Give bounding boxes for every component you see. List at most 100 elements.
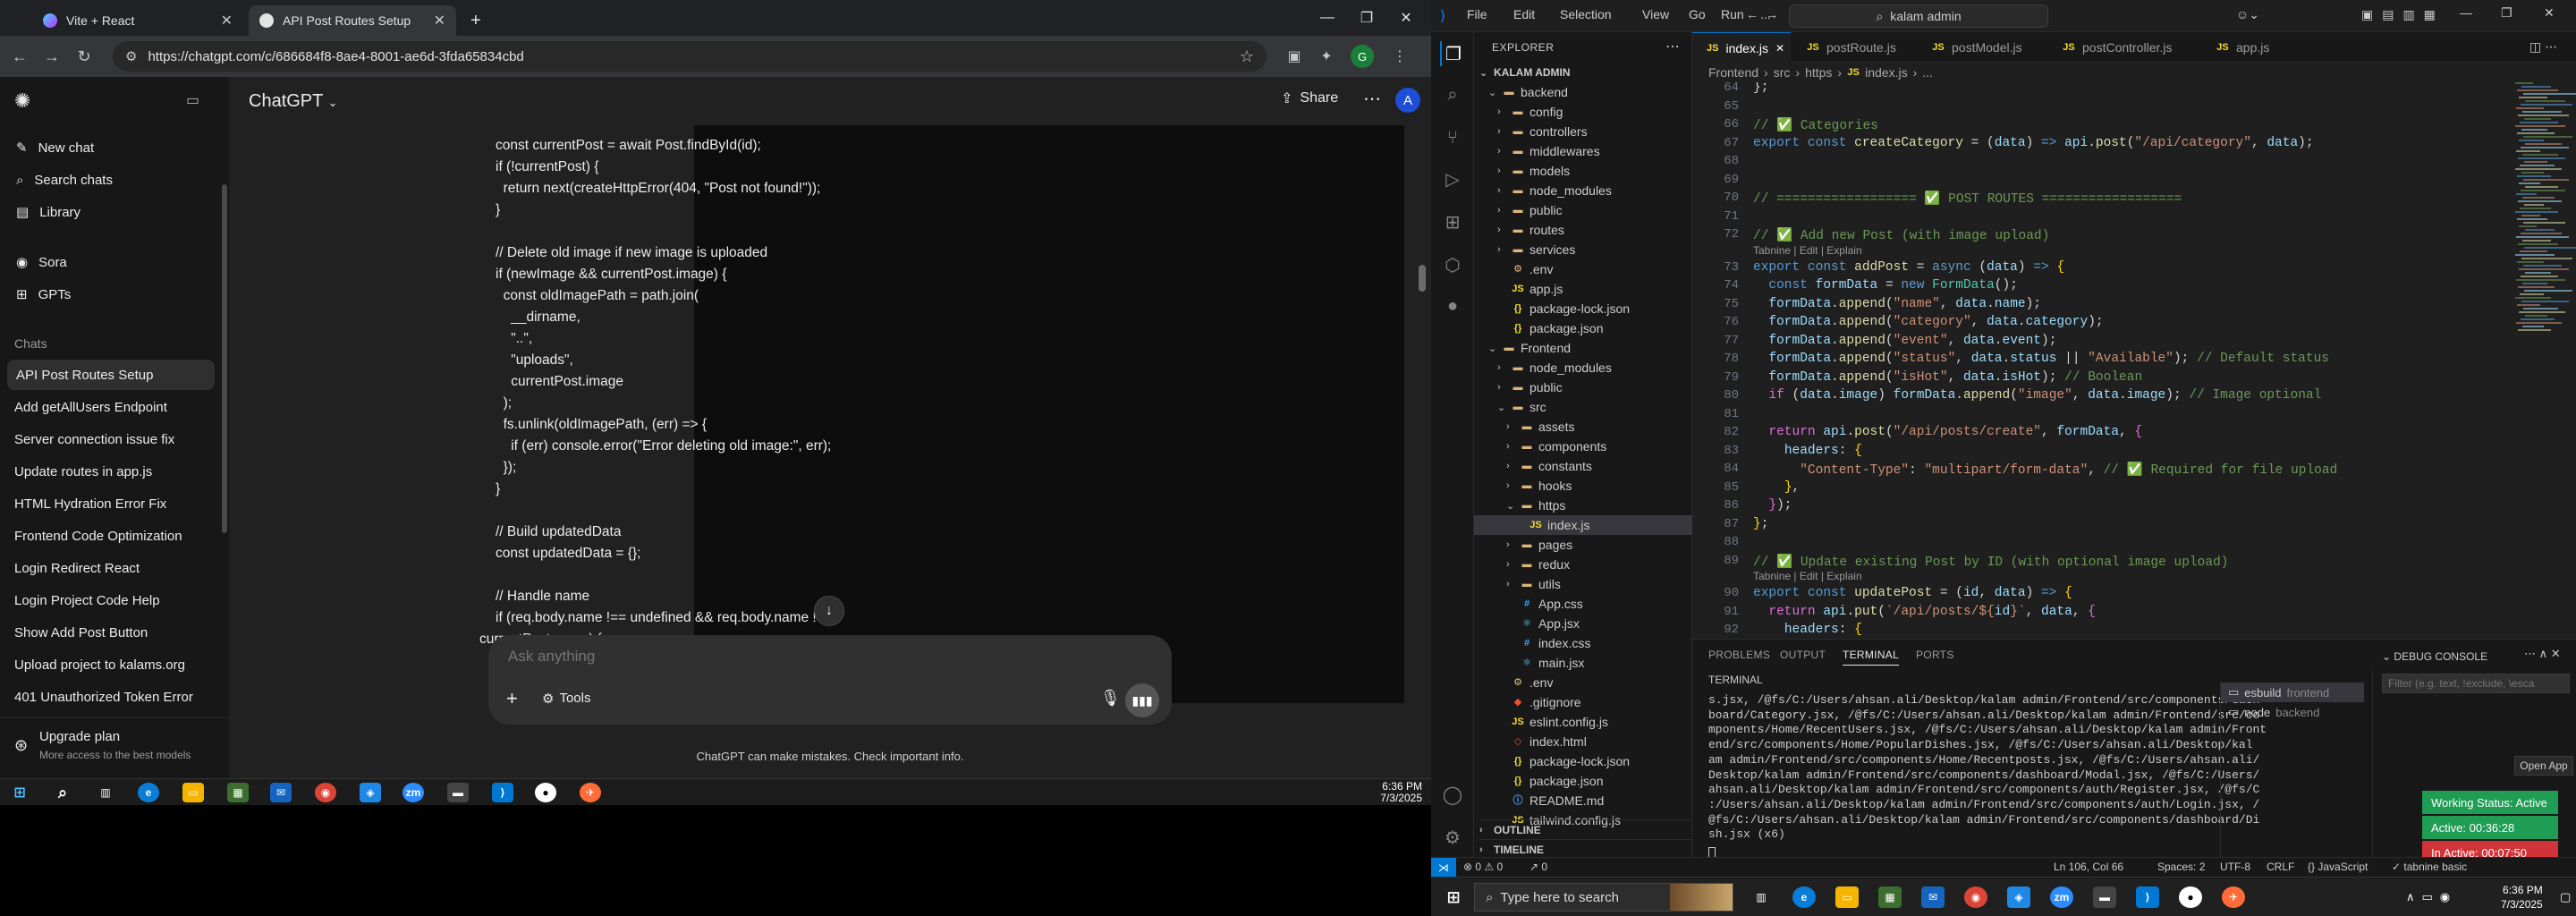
tree-folder[interactable]: › ▬ redux <box>1506 555 1570 574</box>
tree-folder[interactable]: › ▬ node_modules <box>1497 358 1612 377</box>
app-icon[interactable]: ◈ <box>2007 886 2030 908</box>
tree-folder[interactable]: › ▬ routes <box>1497 220 1564 240</box>
cursor-position[interactable]: Ln 106, Col 66 <box>2054 861 2123 873</box>
tree-folder[interactable]: › ▬ config <box>1497 102 1563 122</box>
edge-icon[interactable]: e <box>1792 886 1816 908</box>
tree-file[interactable]: ◆ .gitignore <box>1497 692 1581 712</box>
store-icon[interactable]: ▦ <box>1878 886 1902 908</box>
terminal-output[interactable]: s.jsx, /@fs/C:/Users/ahsan.ali/Desktop/k… <box>1708 693 2267 843</box>
source-control-icon[interactable]: ⑂ <box>1440 125 1465 150</box>
code-editor[interactable]: 64}; 65 66 // ✅ Categories 67 export const cr… <box>1692 82 2576 639</box>
forward-icon[interactable]: → <box>1766 7 1778 21</box>
tree-folder[interactable]: › ▬ pages <box>1506 535 1572 555</box>
browser-tab-vite[interactable]: Vite + React ✕ <box>32 5 243 36</box>
maximize-icon[interactable]: ❐ <box>2501 5 2512 21</box>
minimize-icon[interactable]: — <box>1306 0 1349 36</box>
run-debug-icon[interactable]: ▷ <box>1440 166 1465 191</box>
prompt-input[interactable] <box>508 648 1134 666</box>
copilot-icon[interactable]: ☺⌄ <box>2236 7 2259 22</box>
panel-tab-ports[interactable]: PORTS <box>1916 649 1954 661</box>
postman-icon[interactable]: ✈ <box>2222 886 2245 908</box>
terminal-icon[interactable]: ▬ <box>2093 886 2116 908</box>
search-icon[interactable]: ⌕ <box>52 783 73 802</box>
maximize-icon[interactable]: ❐ <box>1345 0 1388 36</box>
tree-file[interactable]: # App.css <box>1506 594 1583 614</box>
settings-gear-icon[interactable]: ⚙ <box>1440 825 1465 850</box>
task-view-icon[interactable]: ▥ <box>1750 886 1773 908</box>
tree-folder[interactable]: › ▬ middlewares <box>1497 141 1600 161</box>
encoding[interactable]: UTF-8 <box>2220 861 2250 873</box>
remote-status-icon[interactable]: ⋊ <box>1431 858 1456 878</box>
close-icon[interactable]: ✕ <box>221 12 233 30</box>
tree-folder[interactable]: › ▬ constants <box>1506 456 1592 476</box>
upgrade-plan[interactable]: ⊛ Upgrade plan More access to the best m… <box>0 717 229 778</box>
language-mode[interactable]: {} JavaScript <box>2308 861 2368 873</box>
model-selector[interactable]: ChatGPT ⌄ <box>249 91 337 112</box>
system-tray-icons[interactable]: ∧▭◉ <box>2406 890 2457 904</box>
tree-folder[interactable]: › ▬ public <box>1497 200 1563 220</box>
panel-tab-terminal[interactable]: TERMINAL <box>1843 649 1900 666</box>
chat-item[interactable]: 401 Unauthorized Token Error <box>14 690 193 705</box>
taskbar-search[interactable]: ⌕ Type here to search <box>1474 883 1733 912</box>
code-lens[interactable]: Tabnine | Edit | Explain <box>1753 570 1862 582</box>
plus-icon[interactable]: + <box>506 687 518 710</box>
tree-file[interactable]: {} package-lock.json <box>1497 299 1630 318</box>
menu-item[interactable]: View <box>1642 7 1669 21</box>
timeline-section[interactable]: › TIMELINE <box>1479 839 1692 859</box>
store-icon[interactable]: ▦ <box>227 783 249 802</box>
tabnine-status[interactable]: ✓ tabnine basic <box>2392 861 2467 873</box>
menu-item[interactable]: Run <box>1721 7 1744 21</box>
vscode-icon[interactable]: ⟩ <box>2136 886 2159 908</box>
editor-tab-app[interactable]: JS app.js <box>2202 32 2284 63</box>
panel-actions-icon[interactable]: ⋯ ∧ ✕ <box>2524 647 2561 661</box>
tree-file[interactable]: ⓘ README.md <box>1497 791 1605 810</box>
chat-scrollbar[interactable] <box>1419 265 1426 292</box>
voice-mode-button[interactable]: ▮▮▮ <box>1125 683 1159 717</box>
tree-file[interactable]: JS app.js <box>1497 279 1563 299</box>
panel-tab-output[interactable]: OUTPUT <box>1780 649 1826 661</box>
chrome-icon[interactable]: ◉ <box>315 783 336 802</box>
chat-item[interactable]: Server connection issue fix <box>14 432 174 447</box>
more-options-icon[interactable]: ⋯ <box>1363 88 1381 110</box>
new-tab-icon[interactable]: + <box>460 5 487 36</box>
extensions-puzzle-icon[interactable]: ✦ <box>1315 45 1338 68</box>
chat-item[interactable]: Update routes in app.js <box>14 464 152 479</box>
chat-item-active[interactable]: API Post Routes Setup <box>7 360 215 390</box>
terminal-icon[interactable]: ▬ <box>447 783 469 802</box>
outline-section[interactable]: › OUTLINE <box>1479 819 1692 839</box>
back-icon[interactable]: ← <box>1746 7 1758 21</box>
tree-file[interactable]: ⚛ main.jsx <box>1506 653 1584 673</box>
tree-file[interactable]: # index.css <box>1506 633 1590 653</box>
app-circle-icon[interactable]: ● <box>535 783 556 802</box>
tree-file[interactable]: ◇ index.html <box>1497 732 1587 751</box>
terminal-item-node[interactable]: ▭ node backend <box>2221 702 2364 722</box>
close-window-icon[interactable]: ✕ <box>1385 0 1428 36</box>
tree-folder[interactable]: › ▬ services <box>1497 240 1575 259</box>
sidebar-new-chat[interactable]: ✎ New chat <box>14 132 213 163</box>
tree-folder[interactable]: › ▬ node_modules <box>1497 181 1612 200</box>
menu-item[interactable]: Go <box>1689 7 1706 21</box>
chat-item[interactable]: Frontend Code Optimization <box>14 529 182 544</box>
remote-icon[interactable]: ⬡ <box>1440 252 1465 277</box>
back-icon[interactable]: ← <box>4 40 36 72</box>
profile-avatar[interactable]: G <box>1351 45 1374 68</box>
tree-folder[interactable]: ⌄ ▬ src <box>1497 397 1546 417</box>
sidebar-scrollbar[interactable] <box>222 184 227 533</box>
menu-item[interactable]: File <box>1467 7 1487 21</box>
scroll-down-button[interactable]: ↓ <box>814 596 844 626</box>
command-center-search[interactable]: ⌕ kalam admin <box>1789 4 2048 28</box>
site-info-icon[interactable]: ⚙ <box>125 48 137 64</box>
chat-item[interactable]: HTML Hydration Error Fix <box>14 496 166 512</box>
tree-folder[interactable]: ⌄ ▬ Frontend <box>1488 338 1571 358</box>
tree-folder[interactable]: ⌄ ▬ https <box>1506 496 1565 515</box>
edge-icon[interactable]: e <box>138 783 159 802</box>
openai-logo-icon[interactable]: ✺ <box>14 89 30 113</box>
app-icon[interactable]: ◈ <box>360 783 381 802</box>
tree-folder[interactable]: › ▬ controllers <box>1497 122 1588 141</box>
panel-tab-problems[interactable]: PROBLEMS <box>1708 649 1770 661</box>
share-button[interactable]: ⇪ Share <box>1281 89 1338 107</box>
address-bar[interactable]: ⚙ https://chatgpt.com/c/686684f8-8ae4-80… <box>113 41 1267 72</box>
tree-file[interactable]: JS index.js <box>1474 515 1692 535</box>
menu-item[interactable]: Selection <box>1560 7 1612 21</box>
close-icon[interactable]: ✕ <box>434 12 445 30</box>
